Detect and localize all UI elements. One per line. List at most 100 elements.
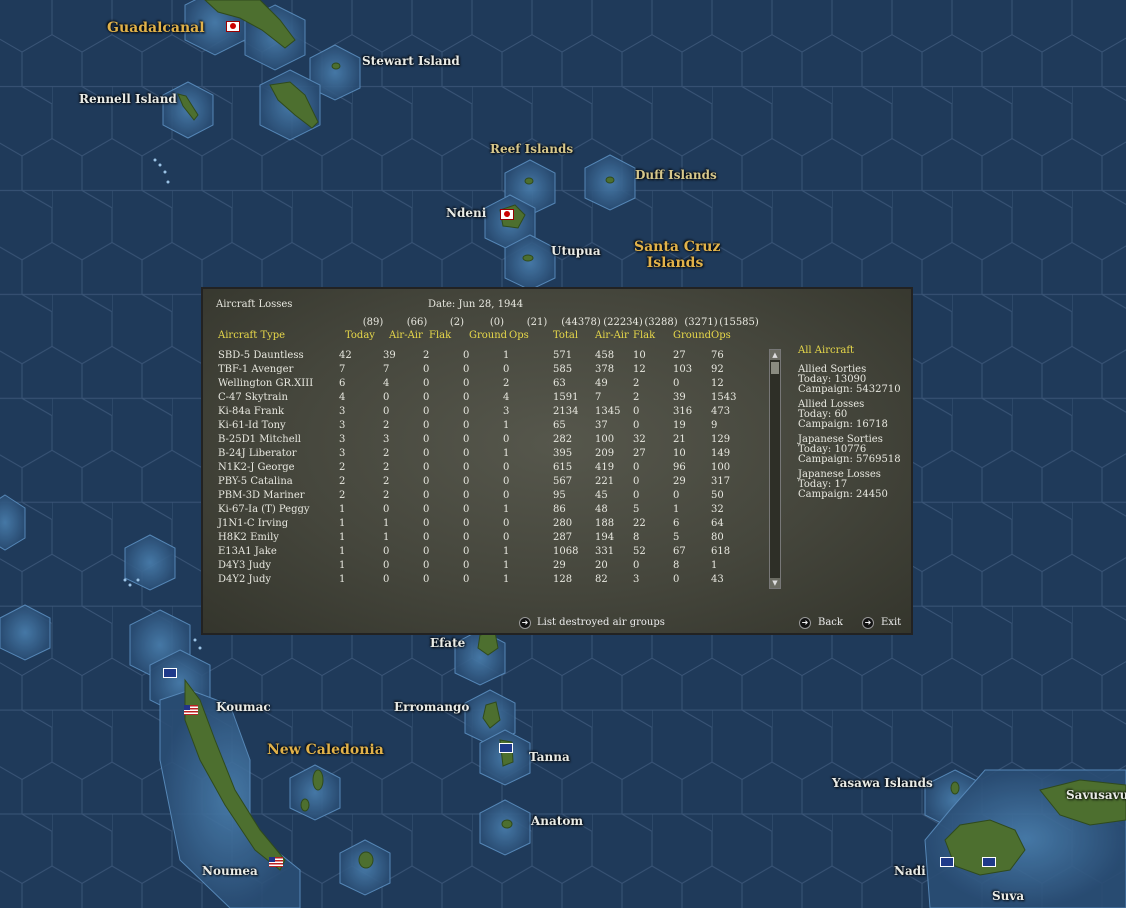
loss-cell: 0 (463, 518, 470, 529)
loss-cell: 82 (595, 574, 608, 585)
loss-cell: 0 (463, 434, 470, 445)
map-label-suva: Suva (992, 889, 1025, 903)
loss-cell: 0 (463, 490, 470, 501)
loss-cell: 95 (553, 490, 566, 501)
loss-cell: 0 (423, 378, 430, 389)
back-button[interactable]: Back (818, 617, 843, 628)
loss-cell: 1 (503, 420, 510, 431)
loss-cell: 0 (463, 448, 470, 459)
loss-cell: 1 (503, 448, 510, 459)
table-row[interactable]: D4Y3 Judy 1 0 0 0 1 29 20 0 8 1 (203, 560, 763, 574)
loss-cell: 221 (595, 476, 615, 487)
loss-cell: 1 (503, 574, 510, 585)
loss-cell: 1 (503, 560, 510, 571)
table-row[interactable]: PBM-3D Mariner 2 2 0 0 0 95 45 0 0 50 (203, 490, 763, 504)
scroll-down-icon[interactable]: ▼ (770, 578, 780, 588)
scrollbar-thumb[interactable] (771, 362, 779, 374)
loss-cell: 2 (339, 490, 346, 501)
map-label-santa-cruz: Santa Cruz Islands (634, 239, 720, 271)
table-row[interactable]: C-47 Skytrain 4 0 0 0 4 1591 7 2 39 1543 (203, 392, 763, 406)
exit-button[interactable]: Exit (881, 617, 901, 628)
sortie-summary: Allied Sorties Today: 13090 Campaign: 54… (798, 365, 901, 500)
loss-cell: 458 (595, 350, 615, 361)
allied-sorties-block: Allied Sorties Today: 13090 Campaign: 54… (798, 365, 901, 395)
us-flag-icon[interactable] (269, 857, 283, 867)
table-row[interactable]: Wellington GR.XIII 6 4 0 0 2 63 49 2 0 12 (203, 378, 763, 392)
table-row[interactable]: B-25D1 Mitchell 3 3 0 0 0 282 100 32 21 129 (203, 434, 763, 448)
list-destroyed-air-groups-button[interactable]: List destroyed air groups (537, 617, 665, 628)
aircraft-type-name: D4Y2 Judy (218, 574, 272, 585)
table-row[interactable]: PBY-5 Catalina 2 2 0 0 0 567 221 0 29 317 (203, 476, 763, 490)
allied-losses-block: Allied Losses Today: 60 Campaign: 16718 (798, 400, 901, 430)
loss-cell: 0 (423, 490, 430, 501)
table-row[interactable]: H8K2 Emily 1 1 0 0 0 287 194 8 5 80 (203, 532, 763, 546)
loss-cell: 149 (711, 448, 731, 459)
back-arrow-icon[interactable]: ➜ (799, 617, 811, 629)
australian-flag-icon[interactable] (163, 668, 177, 678)
loss-cell: 9 (711, 420, 718, 431)
table-row[interactable]: J1N1-C Irving 1 1 0 0 0 280 188 22 6 64 (203, 518, 763, 532)
loss-cell: 3 (339, 406, 346, 417)
list-destroyed-arrow-icon[interactable]: ➜ (519, 617, 531, 629)
loss-cell: 12 (711, 378, 724, 389)
table-row[interactable]: E13A1 Jake 1 0 0 0 1 1068 331 52 67 618 (203, 546, 763, 560)
loss-cell: 103 (673, 364, 693, 375)
nz-flag-icon[interactable] (982, 857, 996, 867)
aircraft-type-name: PBM-3D Mariner (218, 490, 305, 501)
loss-cell: 585 (553, 364, 573, 375)
loss-cell: 0 (383, 546, 390, 557)
loss-cell: 0 (463, 364, 470, 375)
table-row[interactable]: B-24J Liberator 3 2 0 0 1 395 209 27 10 149 (203, 448, 763, 462)
loss-cell: 194 (595, 532, 615, 543)
loss-cell: 2 (423, 350, 430, 361)
aircraft-type-name: Ki-67-Ia (T) Peggy (218, 504, 310, 515)
exit-arrow-icon[interactable]: ➜ (862, 617, 874, 629)
map-label-ndeni: Ndeni (446, 206, 487, 220)
column-header-0: Today (345, 330, 375, 341)
table-row[interactable]: Ki-84a Frank 3 0 0 0 3 2134 1345 0 316 473 (203, 406, 763, 420)
map-label-utupua: Utupua (551, 244, 601, 258)
nz-flag-icon[interactable] (940, 857, 954, 867)
loss-cell: 2 (633, 378, 640, 389)
us-flag-icon[interactable] (184, 705, 198, 715)
loss-cell: 0 (633, 462, 640, 473)
loss-cell: 27 (673, 350, 686, 361)
aircraft-type-name: N1K2-J George (218, 462, 295, 473)
aircraft-type-name: Ki-84a Frank (218, 406, 285, 417)
loss-cell: 0 (633, 560, 640, 571)
map-label-anatom: Anatom (531, 814, 584, 828)
loss-cell: 1 (503, 546, 510, 557)
aircraft-type-name: Ki-61-Id Tony (218, 420, 286, 431)
loss-cell: 419 (595, 462, 615, 473)
table-row[interactable]: SBD-5 Dauntless 42 39 2 0 1 571 458 10 27 76 (203, 350, 763, 364)
japanese-base-icon[interactable] (226, 21, 240, 32)
loss-cell: 0 (423, 560, 430, 571)
loss-cell: 7 (383, 364, 390, 375)
japanese-base-icon[interactable] (500, 209, 514, 220)
loss-cell: 7 (339, 364, 346, 375)
australian-flag-icon[interactable] (499, 743, 513, 753)
map-label-koumac: Koumac (216, 700, 271, 714)
scroll-up-icon[interactable]: ▲ (770, 350, 780, 360)
loss-cell: 1 (383, 518, 390, 529)
loss-cell: 0 (463, 350, 470, 361)
loss-cell: 0 (463, 560, 470, 571)
table-row[interactable]: N1K2-J George 2 2 0 0 0 615 419 0 96 100 (203, 462, 763, 476)
table-row[interactable]: D4Y2 Judy 1 0 0 0 1 128 82 3 0 43 (203, 574, 763, 588)
loss-cell: 0 (423, 434, 430, 445)
loss-cell: 378 (595, 364, 615, 375)
loss-cell: 32 (711, 504, 724, 515)
table-row[interactable]: Ki-61-Id Tony 3 2 0 0 1 65 37 0 19 9 (203, 420, 763, 434)
loss-cell: 6 (339, 378, 346, 389)
column-total-3: (0) (489, 317, 505, 328)
loss-cell: 2 (383, 490, 390, 501)
panel-date: Date: Jun 28, 1944 (428, 299, 524, 310)
aircraft-type-name: PBY-5 Catalina (218, 476, 293, 487)
table-row[interactable]: Ki-67-Ia (T) Peggy 1 0 0 0 1 86 48 5 1 32 (203, 504, 763, 518)
table-row[interactable]: TBF-1 Avenger 7 7 0 0 0 585 378 12 103 92 (203, 364, 763, 378)
loss-cell: 0 (503, 462, 510, 473)
loss-cell: 473 (711, 406, 731, 417)
loss-cell: 3 (633, 574, 640, 585)
table-scrollbar[interactable]: ▲ ▼ (769, 349, 781, 589)
loss-cell: 37 (595, 420, 608, 431)
